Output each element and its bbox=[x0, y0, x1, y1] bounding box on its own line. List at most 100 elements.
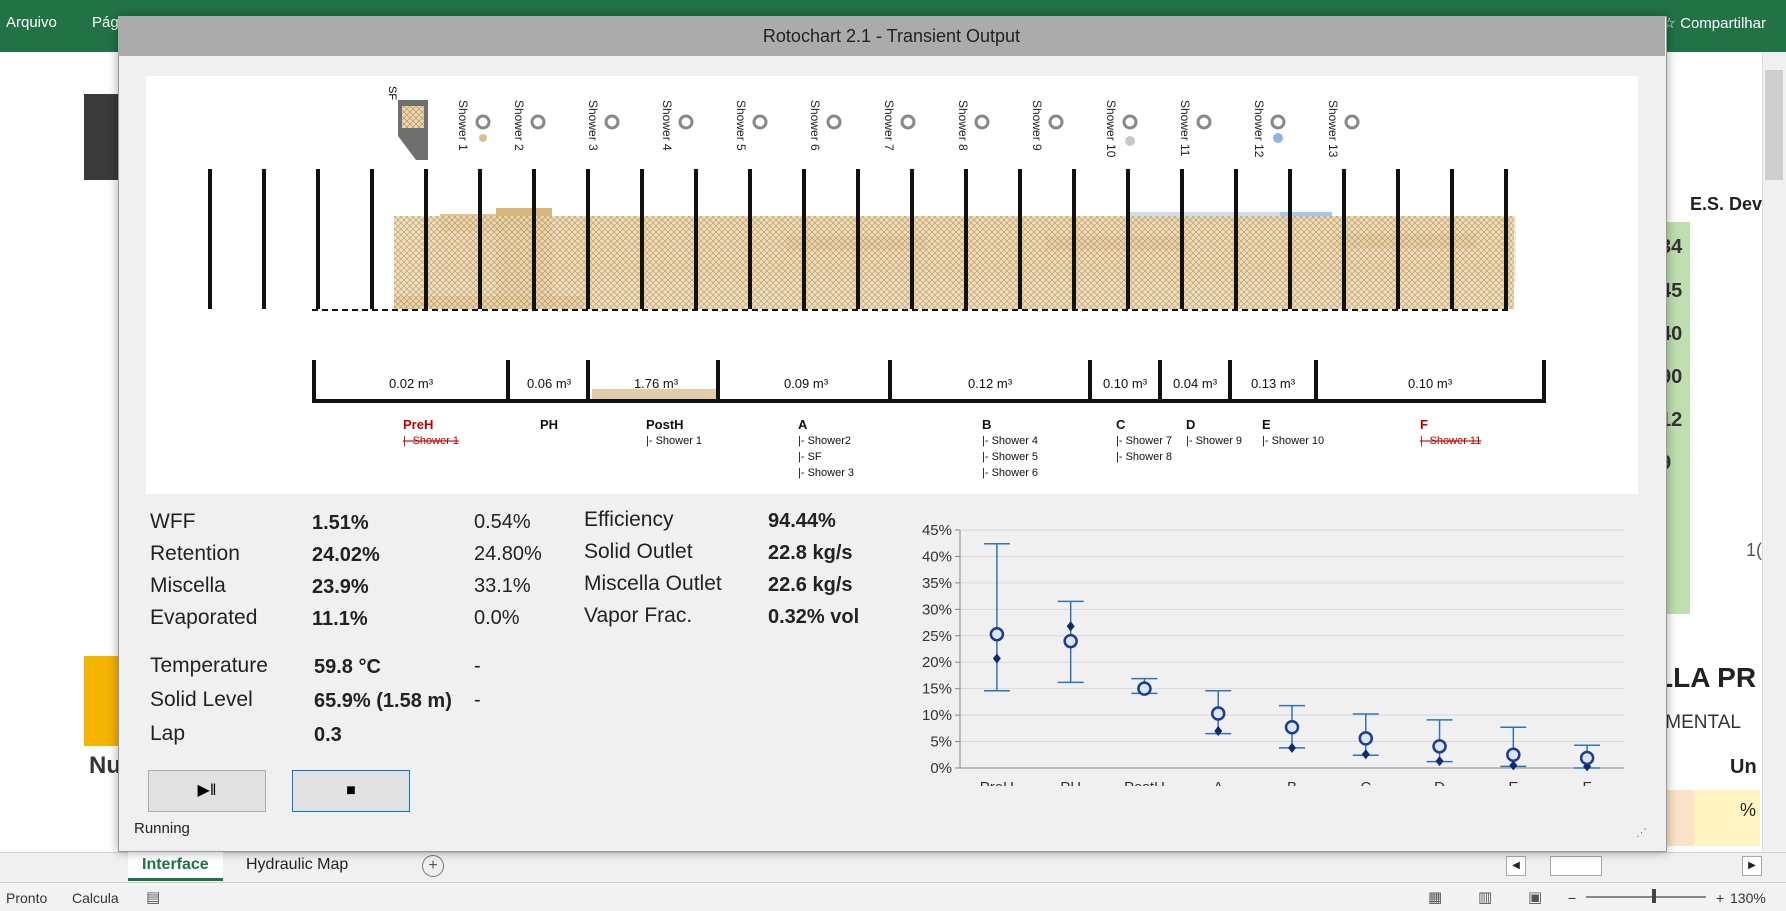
chart-point-circle bbox=[1579, 750, 1595, 766]
chart-x-tick-label: D bbox=[1434, 779, 1445, 786]
page-break-icon[interactable]: ▣ bbox=[1528, 888, 1542, 906]
shower-drop bbox=[1273, 133, 1283, 143]
sheet-cell-value: 1( bbox=[1746, 540, 1763, 560]
miscella-outlet-value: 22.6 kg/s bbox=[768, 574, 853, 596]
shower-label: Shower 6 bbox=[808, 100, 822, 151]
section-sub: |- Shower 4 bbox=[982, 435, 1038, 447]
sheet-column-header: E.S. Dev bbox=[1690, 194, 1763, 214]
solid-level-value: 65.9% (1.58 m) bbox=[314, 690, 452, 712]
chart-point-circle bbox=[989, 626, 1005, 642]
temperature-value: 59.8 °C bbox=[314, 656, 381, 678]
chart-y-ticks: 0% 5% 10% 15% 20% 25% 30% 35% 40% 45% bbox=[922, 522, 952, 777]
shower-label: Shower 10 bbox=[1104, 100, 1118, 158]
section-sub: |- Shower 10 bbox=[1262, 435, 1324, 447]
sheet-tab-interface[interactable]: Interface bbox=[128, 852, 223, 881]
temperature-ref: - bbox=[474, 655, 481, 677]
shower-label: Shower 12 bbox=[1252, 100, 1266, 158]
chart-point-diamond bbox=[1214, 725, 1223, 736]
concentration-chart: 0% 5% 10% 15% 20% 25% 30% 35% 40% 45% PreH PH PostH… bbox=[922, 522, 1624, 786]
volume-label: 0.10 m³ bbox=[1408, 376, 1453, 391]
sheet-tab-hydraulic-map[interactable]: Hydraulic Map bbox=[232, 852, 362, 878]
ribbon-tab-arquivo[interactable]: Arquivo bbox=[6, 14, 57, 31]
stop-button[interactable]: ■ bbox=[292, 770, 410, 812]
zoom-slider-thumb[interactable] bbox=[1652, 889, 1656, 903]
section-name: B bbox=[982, 417, 991, 432]
section-sub: |- Shower 1 bbox=[646, 435, 702, 447]
solid-outlet-label: Solid Outlet bbox=[584, 540, 693, 563]
chart-x-tick-label: F bbox=[1583, 779, 1592, 786]
shower-label: Shower 13 bbox=[1326, 100, 1340, 158]
chart-y-tick-label: 25% bbox=[922, 628, 952, 645]
scroll-right-icon[interactable]: ▶ bbox=[1742, 856, 1762, 876]
section-sub: |- Shower 8 bbox=[1116, 451, 1172, 463]
sheet-subheading-text: IMENTAL bbox=[1660, 712, 1741, 733]
volume-label: 0.13 m³ bbox=[1251, 376, 1296, 391]
zoom-in-icon[interactable]: + bbox=[1716, 890, 1724, 906]
sheet-unit-value: % bbox=[1740, 800, 1757, 820]
chart-y-tick-label: 10% bbox=[922, 707, 952, 724]
miscella-band bbox=[394, 208, 1516, 309]
section-name: A bbox=[798, 417, 808, 432]
section-sub: |- Shower2 bbox=[798, 435, 851, 447]
solid-level-label: Solid Level bbox=[150, 688, 253, 711]
scroll-left-icon[interactable]: ◀ bbox=[1506, 856, 1526, 876]
chart-x-ticks: PreH PH PostH A B C D E F bbox=[980, 779, 1592, 786]
sheet-unit-header: Un bbox=[1730, 756, 1757, 778]
chart-point-circle bbox=[1506, 747, 1521, 763]
lap-value: 0.3 bbox=[314, 724, 342, 746]
volume-label: 0.02 m³ bbox=[389, 376, 434, 391]
section-name: C bbox=[1116, 417, 1126, 432]
volume-label: 0.06 m³ bbox=[527, 376, 572, 391]
sf-label: SF bbox=[386, 86, 398, 100]
status-calculate: Calcula bbox=[72, 890, 119, 906]
dialog-status: Running bbox=[134, 820, 190, 837]
chart-x-tick-label: PreH bbox=[980, 779, 1014, 786]
extractor-diagram: SF Shower 1 Shower 2 Shower 3 Shower 4 S… bbox=[146, 76, 1638, 494]
volume-label: 0.04 m³ bbox=[1173, 376, 1218, 391]
extractor-svg: SF Shower 1 Shower 2 Shower 3 Shower 4 S… bbox=[208, 86, 1546, 479]
shower-label: Shower 11 bbox=[1178, 100, 1192, 157]
normal-view-icon[interactable]: ▦ bbox=[1428, 888, 1442, 906]
chart-point-circle bbox=[1284, 720, 1300, 735]
chart-y-tick-label: 35% bbox=[922, 575, 952, 592]
lap-label: Lap bbox=[150, 722, 186, 745]
resize-grip-icon[interactable]: ⋰ bbox=[1636, 826, 1647, 839]
zoom-slider[interactable] bbox=[1586, 896, 1706, 898]
share-button[interactable]: ☆ Compartilhar bbox=[1663, 14, 1767, 32]
vertical-scrollbar-thumb[interactable] bbox=[1765, 70, 1783, 180]
shower-label: Shower 5 bbox=[734, 100, 748, 151]
zoom-out-icon[interactable]: − bbox=[1568, 890, 1576, 906]
volume-label: 0.12 m³ bbox=[968, 376, 1013, 391]
wff-value: 1.51% bbox=[312, 512, 369, 534]
vapor-frac-label: Vapor Frac. bbox=[584, 604, 693, 627]
ribbon-tab-page[interactable]: Pág bbox=[92, 14, 119, 31]
wff-label: WFF bbox=[150, 510, 196, 533]
chart-x-tick-label: C bbox=[1360, 779, 1371, 786]
chart-point-circle bbox=[1358, 731, 1374, 746]
section-name: E bbox=[1262, 417, 1271, 432]
section-labels: PreH |- Shower 1 PH PostH |- Shower 1 A … bbox=[403, 417, 1481, 479]
macro-record-icon[interactable]: ▤ bbox=[146, 888, 160, 906]
wff-ref: 0.54% bbox=[474, 511, 531, 533]
chart-point-diamond bbox=[1066, 621, 1075, 632]
section-name: PostH bbox=[646, 417, 684, 432]
shower-label: Shower 7 bbox=[882, 100, 896, 151]
shower-label: Shower 4 bbox=[660, 100, 674, 151]
efficiency-label: Efficiency bbox=[584, 508, 674, 531]
section-name: PreH bbox=[403, 417, 433, 432]
add-sheet-icon[interactable]: + bbox=[422, 855, 444, 877]
section-sub: |- SF bbox=[798, 451, 822, 463]
play-pause-button[interactable]: ▶‖ bbox=[148, 770, 266, 812]
page-layout-icon[interactable]: ▥ bbox=[1478, 888, 1492, 906]
dialog-title[interactable]: Rotochart 2.1 - Transient Output bbox=[118, 16, 1665, 56]
efficiency-value: 94.44% bbox=[768, 510, 836, 532]
horizontal-scrollbar-thumb[interactable] bbox=[1550, 856, 1602, 876]
sheet-nu-text: Nu bbox=[89, 752, 121, 779]
chart-y-tick-label: 0% bbox=[930, 760, 952, 777]
chart-point-diamond bbox=[1288, 742, 1296, 753]
shower-label: Shower 1 bbox=[456, 100, 470, 151]
chart-point-diamond bbox=[1435, 756, 1444, 767]
shower-label: Shower 3 bbox=[586, 100, 600, 151]
status-ready: Pronto bbox=[6, 890, 48, 906]
chart-y-tick-label: 15% bbox=[922, 681, 952, 698]
